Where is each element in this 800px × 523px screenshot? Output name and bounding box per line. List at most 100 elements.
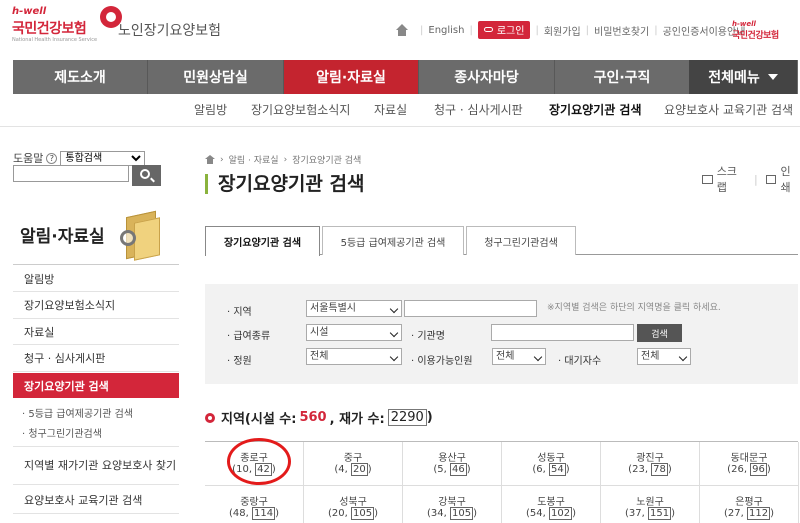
region-name[interactable]: 강북구 <box>403 493 501 508</box>
gnb-item-system-intro[interactable]: 제도소개 <box>13 60 147 94</box>
home-care-count[interactable]: 112 <box>747 507 771 520</box>
region-counts: (54, 102) <box>502 507 600 520</box>
facility-count[interactable]: 37 <box>629 508 642 519</box>
facility-count[interactable]: 26 <box>731 464 744 475</box>
scrap-button[interactable]: 스크랩 <box>717 163 746 195</box>
capacity-select[interactable]: 전체 <box>306 348 402 365</box>
lnb-item-education-search[interactable]: 요양보호사 교육기관 검색 <box>13 486 179 514</box>
home-care-count[interactable]: 46 <box>450 463 467 476</box>
gnb-item-workers[interactable]: 종사자마당 <box>419 60 554 94</box>
tab-green-search[interactable]: 청구그린기관검색 <box>466 226 576 255</box>
region-cell[interactable]: 용산구 (5, 46) <box>403 442 502 486</box>
lnb-item-notice[interactable]: 알림방 <box>13 266 179 292</box>
home-care-count[interactable]: 151 <box>648 507 672 520</box>
home-icon[interactable] <box>205 155 215 164</box>
tab-facility-search[interactable]: 장기요양기관 검색 <box>205 226 320 256</box>
region-name[interactable]: 종로구 <box>205 449 303 464</box>
search-submit-button[interactable]: 검색 <box>637 324 682 342</box>
region-cell[interactable]: 도봉구 (54, 102) <box>502 486 601 523</box>
home-care-count[interactable]: 105 <box>351 507 375 520</box>
region-name[interactable]: 노원구 <box>601 493 699 508</box>
nhis-logo-small[interactable]: h-well 국민건강보험 <box>732 20 796 42</box>
login-button[interactable]: 로그인 <box>477 21 531 39</box>
all-menu-button[interactable]: 전체메뉴 <box>689 60 797 94</box>
region-cell[interactable]: 광진구 (23, 78) <box>601 442 700 486</box>
home-care-count[interactable]: 78 <box>651 463 668 476</box>
region-cell[interactable]: 중구 (4, 20) <box>304 442 403 486</box>
home-care-count[interactable]: 42 <box>255 463 272 476</box>
filter-panel: · 지역 서울특별시 ※지역별 검색은 하단의 지역명을 클릭 하세요. · 급… <box>205 284 798 384</box>
facility-count[interactable]: 54 <box>530 508 543 519</box>
gnb-item-civil-service[interactable]: 민원상담실 <box>148 60 283 94</box>
facility-count[interactable]: 23 <box>632 464 645 475</box>
region-cell[interactable]: 종로구 (10, 42) <box>205 442 304 486</box>
subnav-item-newsletter[interactable]: 장기요양보험소식지 <box>251 101 350 118</box>
lnb-item-claim-board[interactable]: 청구 · 심사게시판 <box>13 345 179 372</box>
region-cell[interactable]: 은평구 (27, 112) <box>700 486 799 523</box>
available-select[interactable]: 전체 <box>492 348 546 365</box>
region-name[interactable]: 성북구 <box>304 493 402 508</box>
breadcrumb-item[interactable]: 알림 · 자료실 <box>229 153 279 166</box>
lnb-sub-green-search[interactable]: · 청구그린기관검색 <box>22 425 102 440</box>
nhis-logo[interactable]: h-well 국민건강보험 National Health Insurance … <box>12 6 122 46</box>
region-cell[interactable]: 동대문구 (26, 96) <box>700 442 799 486</box>
help-label[interactable]: 도움말 <box>13 150 43 166</box>
region-text-input[interactable] <box>404 300 537 317</box>
subnav-item-notice[interactable]: 알림방 <box>194 101 227 118</box>
subnav-item-education-search[interactable]: 요양보호사 교육기관 검색 <box>664 101 793 118</box>
english-link[interactable]: English <box>428 25 464 36</box>
subnav-item-claim-board[interactable]: 청구 · 심사게시판 <box>434 101 523 118</box>
lnb-item-archive[interactable]: 자료실 <box>13 319 179 345</box>
home-care-count[interactable]: 102 <box>549 507 573 520</box>
join-link[interactable]: 회원가입 <box>544 23 581 38</box>
facility-count[interactable]: 10 <box>236 464 249 475</box>
region-name[interactable]: 용산구 <box>403 449 501 464</box>
home-care-count[interactable]: 105 <box>450 507 474 520</box>
lnb-item-facility-search[interactable]: 장기요양기관 검색 <box>13 373 179 398</box>
home-care-count[interactable]: 96 <box>750 463 767 476</box>
region-name[interactable]: 중구 <box>304 449 402 464</box>
region-name[interactable]: 도봉구 <box>502 493 600 508</box>
region-cell[interactable]: 성북구 (20, 105) <box>304 486 403 523</box>
service-name[interactable]: 노인장기요양보험 <box>118 20 221 40</box>
search-button[interactable] <box>132 165 161 186</box>
print-button[interactable]: 인쇄 <box>780 163 800 195</box>
facility-count[interactable]: 48 <box>233 508 246 519</box>
find-password-link[interactable]: 비밀번호찾기 <box>594 23 649 38</box>
lnb-title: 알림·자료실 <box>20 227 105 247</box>
region-name[interactable]: 은평구 <box>700 493 798 508</box>
tab-grade5-search[interactable]: 5등급 급여제공기관 검색 <box>322 226 464 255</box>
waiting-select[interactable]: 전체 <box>637 348 691 365</box>
region-cell[interactable]: 노원구 (37, 151) <box>601 486 700 523</box>
home-care-count[interactable]: 54 <box>549 463 566 476</box>
home-care-count[interactable]: 114 <box>252 507 276 520</box>
home-icon[interactable] <box>395 24 409 36</box>
org-name-input[interactable] <box>491 324 634 341</box>
region-cell[interactable]: 강북구 (34, 105) <box>403 486 502 523</box>
region-select[interactable]: 서울특별시 <box>306 300 402 317</box>
search-input[interactable] <box>13 165 129 182</box>
question-icon[interactable]: ? <box>46 152 58 164</box>
home-care-count[interactable]: 2290 <box>387 409 427 426</box>
facility-count[interactable]: 20 <box>332 508 345 519</box>
divider: | <box>585 24 590 36</box>
care-type-select[interactable]: 시설 <box>306 324 402 341</box>
gnb-item-notice-data[interactable]: 알림·자료실 <box>284 60 418 94</box>
region-cell[interactable]: 중랑구 (48, 114) <box>205 486 304 523</box>
region-cell[interactable]: 성동구 (6, 54) <box>502 442 601 486</box>
facility-count[interactable]: 27 <box>728 508 741 519</box>
lnb-item-caregiver-search[interactable]: 지역별 재가기관 요양보호사 찾기 <box>13 446 179 485</box>
search-scope-select[interactable]: 통합검색 <box>60 150 146 166</box>
lnb-item-newsletter[interactable]: 장기요양보험소식지 <box>13 292 179 319</box>
subnav-item-archive[interactable]: 자료실 <box>374 101 407 118</box>
breadcrumb-item[interactable]: 장기요양기관 검색 <box>292 153 361 166</box>
lnb-sub-grade5-search[interactable]: · 5등급 급여제공기관 검색 <box>22 405 133 420</box>
facility-count[interactable]: 34 <box>431 508 444 519</box>
gnb-item-jobs[interactable]: 구인·구직 <box>555 60 689 94</box>
region-name[interactable]: 성동구 <box>502 449 600 464</box>
region-name[interactable]: 동대문구 <box>700 449 798 464</box>
region-name[interactable]: 중랑구 <box>205 493 303 508</box>
home-care-count[interactable]: 20 <box>351 463 368 476</box>
subnav-item-facility-search[interactable]: 장기요양기관 검색 <box>549 101 642 118</box>
region-name[interactable]: 광진구 <box>601 449 699 464</box>
